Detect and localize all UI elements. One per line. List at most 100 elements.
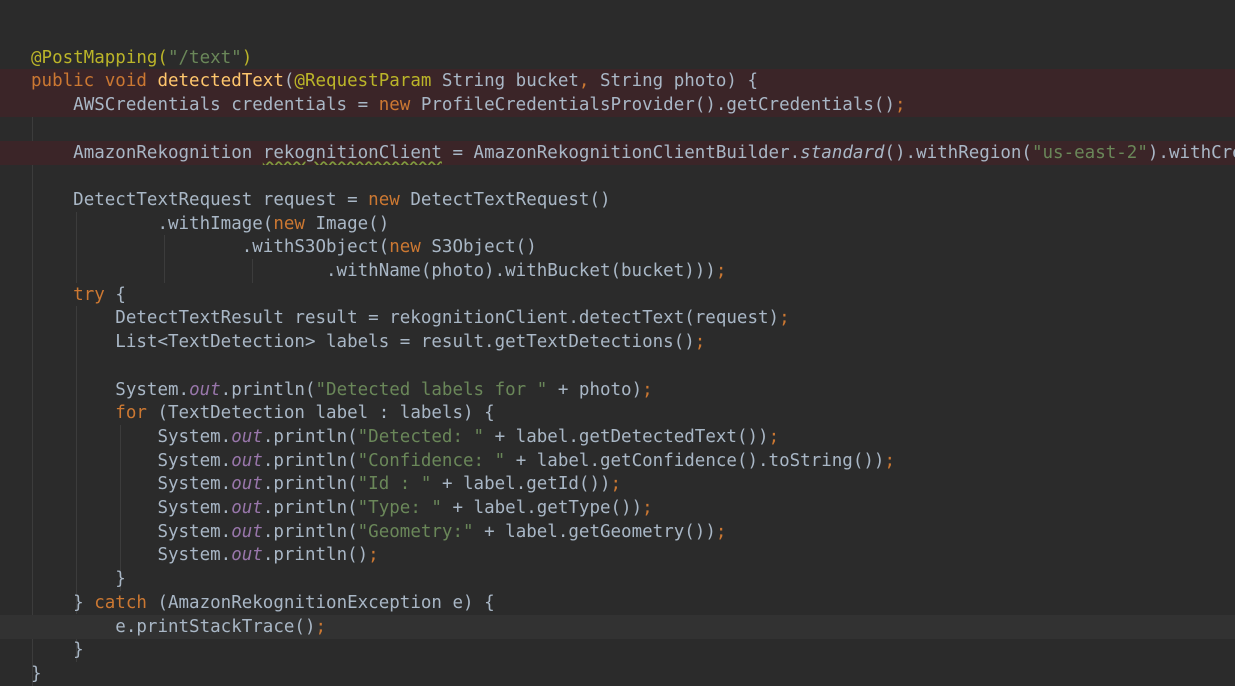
code-line[interactable]: List<TextDetection> labels = result.getT… xyxy=(0,330,1235,354)
code-token: ).withCredentials( xyxy=(1147,142,1235,163)
code-line[interactable]: System.out.println("Type: " + label.getT… xyxy=(0,496,1235,520)
code-line-text: } xyxy=(31,662,42,686)
code-token: + label.getDetectedText()) xyxy=(484,426,769,447)
code-line[interactable]: System.out.println("Detected: " + label.… xyxy=(0,425,1235,449)
code-token: "Id : " xyxy=(357,474,432,495)
code-token: new xyxy=(273,213,316,234)
code-line-text: System.out.println("Id : " + label.getId… xyxy=(31,472,621,496)
code-line-text: System.out.println(); xyxy=(31,543,378,567)
code-editor[interactable]: @PostMapping("/text") public void detecte… xyxy=(0,0,1235,686)
code-line[interactable]: public void detectedText(@RequestParam S… xyxy=(0,69,1235,94)
code-line[interactable]: @PostMapping("/text") xyxy=(0,46,1235,70)
code-token: .println( xyxy=(220,379,316,400)
code-token: = AmazonRekognitionClientBuilder. xyxy=(441,142,801,163)
code-token: + label.getId()) xyxy=(431,474,611,495)
code-token: System. xyxy=(115,379,190,400)
code-token: + photo) xyxy=(547,379,643,400)
code-line[interactable]: } xyxy=(0,567,1235,591)
code-line[interactable]: System.out.println(); xyxy=(0,543,1235,567)
code-line[interactable]: .withName(photo).withBucket(bucket))); xyxy=(0,259,1235,283)
code-line[interactable]: System.out.println("Geometry:" + label.g… xyxy=(0,520,1235,544)
code-token: + label.getConfidence().toString()) xyxy=(505,450,885,471)
code-token: DetectTextRequest() xyxy=(410,189,611,210)
code-token: } xyxy=(31,663,42,684)
code-token: + label.getGeometry()) xyxy=(473,521,716,542)
code-token: out xyxy=(189,379,221,400)
code-line-text: } xyxy=(31,638,84,662)
code-line-text: e.printStackTrace(); xyxy=(31,615,326,639)
code-line[interactable]: .withS3Object(new S3Object() xyxy=(0,235,1235,259)
code-token: ; xyxy=(315,616,327,637)
code-line[interactable] xyxy=(0,164,1235,188)
code-token: for xyxy=(115,403,158,424)
code-token: ; xyxy=(894,95,906,116)
code-token: @PostMapping( xyxy=(31,47,168,68)
code-token: System. xyxy=(157,545,232,566)
code-line[interactable]: DetectTextRequest request = new DetectTe… xyxy=(0,188,1235,212)
code-token: ; xyxy=(779,308,790,329)
code-line-text: System.out.println("Confidence: " + labe… xyxy=(31,449,895,473)
code-line[interactable]: } catch (AmazonRekognitionException e) { xyxy=(0,591,1235,615)
code-token: System. xyxy=(157,426,232,447)
code-token: out xyxy=(231,474,263,495)
code-line[interactable]: AmazonRekognition rekognitionClient = Am… xyxy=(0,140,1235,165)
code-line[interactable]: for (TextDetection label : labels) { xyxy=(0,401,1235,425)
code-token: System. xyxy=(157,521,232,542)
code-token: Image() xyxy=(315,213,390,234)
code-line[interactable]: e.printStackTrace(); xyxy=(0,614,1235,639)
code-line[interactable]: try { xyxy=(0,283,1235,307)
code-line-text: try { xyxy=(31,283,126,307)
code-token: , xyxy=(578,71,600,92)
code-line[interactable] xyxy=(0,354,1235,378)
code-token: { xyxy=(115,284,126,305)
code-token: AmazonRekognition xyxy=(73,142,263,163)
code-token: (AmazonRekognitionException e) { xyxy=(157,592,495,613)
code-token: new xyxy=(389,237,432,258)
code-token: catch xyxy=(94,592,158,613)
code-token: + label.getType()) xyxy=(441,498,643,518)
code-token: out xyxy=(231,426,263,447)
code-line-text: } catch (AmazonRekognitionException e) { xyxy=(31,591,495,615)
code-token: ; xyxy=(715,261,727,281)
code-token: "Type: " xyxy=(357,498,442,518)
code-line-text: DetectTextRequest request = new DetectTe… xyxy=(31,188,611,212)
code-line[interactable] xyxy=(0,22,1235,46)
code-token: ; xyxy=(715,521,727,542)
code-token: .println( xyxy=(262,450,358,471)
code-line[interactable]: .withImage(new Image() xyxy=(0,212,1235,236)
code-line-text: .withImage(new Image() xyxy=(31,212,389,236)
code-token: } xyxy=(73,640,84,661)
code-token: public void xyxy=(31,71,158,92)
code-line[interactable] xyxy=(0,117,1235,141)
code-token: "us-east-2" xyxy=(1031,142,1148,163)
code-token: .withName(photo).withBucket(bucket))) xyxy=(326,261,716,281)
code-token: DetectTextResult result = rekognitionCli… xyxy=(115,308,780,329)
code-line[interactable]: System.out.println("Id : " + label.getId… xyxy=(0,472,1235,496)
code-token: DetectTextRequest request = xyxy=(73,189,369,210)
code-token: ; xyxy=(884,450,895,471)
code-token: ; xyxy=(642,498,653,518)
code-line[interactable]: System.out.println("Confidence: " + labe… xyxy=(0,449,1235,473)
code-token: List<TextDetection> labels = result.getT… xyxy=(115,332,695,353)
code-token: "Confidence: " xyxy=(357,450,506,471)
code-line[interactable]: System.out.println("Detected labels for … xyxy=(0,378,1235,402)
code-token: AWSCredentials credentials = xyxy=(73,95,379,116)
code-line[interactable]: AWSCredentials credentials = new Profile… xyxy=(0,93,1235,118)
code-line[interactable]: DetectTextResult result = rekognitionCli… xyxy=(0,306,1235,330)
code-line[interactable]: } xyxy=(0,662,1235,686)
code-token: @RequestParam xyxy=(294,71,432,92)
code-token: out xyxy=(231,521,263,542)
code-token: .println() xyxy=(262,545,369,566)
code-token: "/text" xyxy=(167,47,242,68)
code-token: out xyxy=(231,545,263,566)
code-line[interactable]: } xyxy=(0,638,1235,662)
